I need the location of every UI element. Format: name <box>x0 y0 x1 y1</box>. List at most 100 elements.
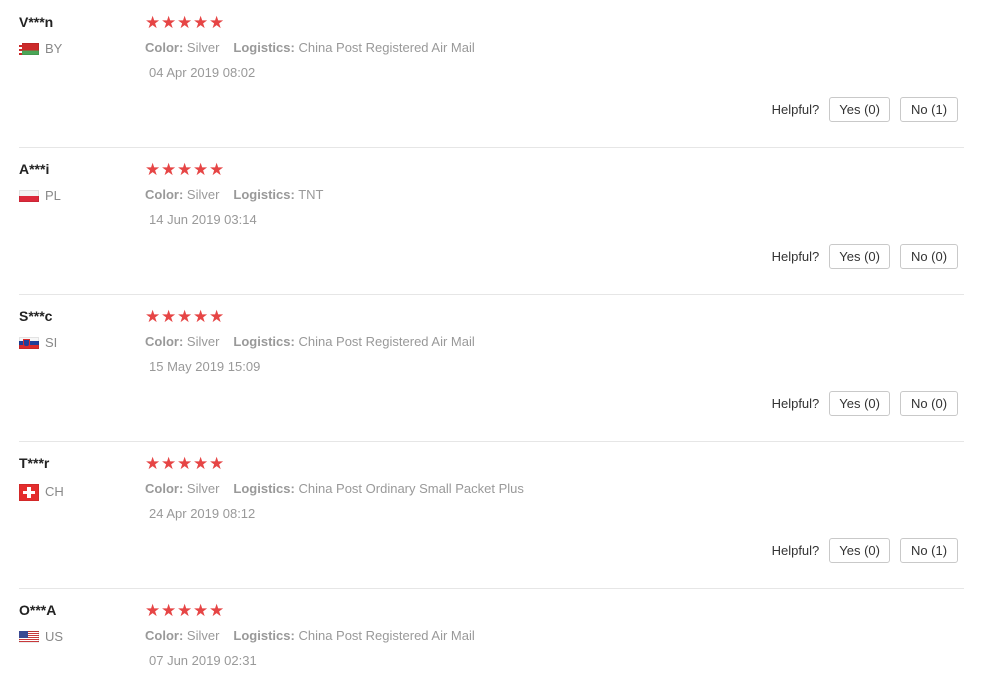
logistics-info: Logistics: China Post Ordinary Small Pac… <box>233 481 523 496</box>
star-icon: ★ <box>193 13 209 32</box>
color-label: Color: <box>145 40 184 55</box>
star-icon: ★ <box>209 160 225 179</box>
switzerland-flag-icon <box>19 484 39 501</box>
color-info: Color: Silver <box>145 481 219 496</box>
color-label: Color: <box>145 481 184 496</box>
logistics-label: Logistics: <box>233 187 295 202</box>
logistics-label: Logistics: <box>233 334 295 349</box>
review-item: T***r CH ★ ★ ★ ★ ★ Color: Silver Logisti… <box>0 443 981 590</box>
star-icon: ★ <box>177 454 193 473</box>
helpful-yes-button[interactable]: Yes (0) <box>829 538 890 563</box>
star-icon: ★ <box>177 307 193 326</box>
logistics-label: Logistics: <box>233 481 295 496</box>
star-icon: ★ <box>193 454 209 473</box>
star-icon: ★ <box>145 454 161 473</box>
slovenia-flag-icon <box>19 336 39 349</box>
reviewer-name: A***i <box>19 161 50 177</box>
helpful-label: Helpful? <box>771 396 820 411</box>
color-value: Silver <box>186 40 220 55</box>
star-icon: ★ <box>145 601 161 620</box>
order-info: Color: Silver Logistics: China Post Regi… <box>145 40 475 55</box>
logistics-info: Logistics: China Post Registered Air Mai… <box>233 40 474 55</box>
star-rating: ★ ★ ★ ★ ★ <box>145 307 224 327</box>
order-info: Color: Silver Logistics: TNT <box>145 187 324 202</box>
divider <box>19 147 964 148</box>
logistics-info: Logistics: TNT <box>233 187 323 202</box>
helpful-label: Helpful? <box>771 102 820 117</box>
star-icon: ★ <box>209 454 225 473</box>
helpful-vote: Helpful? Yes (0) No (1) <box>772 538 958 563</box>
logistics-info: Logistics: China Post Registered Air Mai… <box>233 334 474 349</box>
reviewer-name: O***A <box>19 602 57 618</box>
color-info: Color: Silver <box>145 334 219 349</box>
color-label: Color: <box>145 628 184 643</box>
review-date: 04 Apr 2019 08:02 <box>149 65 256 80</box>
star-rating: ★ ★ ★ ★ ★ <box>145 454 224 474</box>
helpful-no-button[interactable]: No (0) <box>900 244 958 269</box>
country-code: BY <box>45 41 63 56</box>
star-icon: ★ <box>161 13 177 32</box>
reviewer-country: SI <box>19 335 57 350</box>
helpful-no-button[interactable]: No (1) <box>900 97 958 122</box>
helpful-yes-button[interactable]: Yes (0) <box>829 244 890 269</box>
reviewer-name: S***c <box>19 308 53 324</box>
color-info: Color: Silver <box>145 187 219 202</box>
color-value: Silver <box>186 481 220 496</box>
helpful-label: Helpful? <box>771 543 820 558</box>
reviewer-country: US <box>19 629 63 644</box>
logistics-value: China Post Registered Air Mail <box>298 334 475 349</box>
color-value: Silver <box>186 334 220 349</box>
helpful-no-button[interactable]: No (1) <box>900 538 958 563</box>
star-icon: ★ <box>145 307 161 326</box>
star-icon: ★ <box>145 160 161 179</box>
helpful-vote: Helpful? Yes (0) No (1) <box>772 97 958 122</box>
country-code: US <box>45 629 64 644</box>
usa-flag-icon <box>19 630 39 643</box>
country-code: SI <box>45 335 58 350</box>
reviewer-country: PL <box>19 188 61 203</box>
reviewer-name: V***n <box>19 14 54 30</box>
logistics-label: Logistics: <box>233 40 295 55</box>
helpful-no-button[interactable]: No (0) <box>900 391 958 416</box>
country-code: CH <box>45 484 64 499</box>
review-item: V***n BY ★ ★ ★ ★ ★ Color: Silver Logisti… <box>0 2 981 149</box>
review-date: 14 Jun 2019 03:14 <box>149 212 257 227</box>
logistics-value: TNT <box>298 187 324 202</box>
logistics-value: China Post Ordinary Small Packet Plus <box>298 481 524 496</box>
color-info: Color: Silver <box>145 40 219 55</box>
reviewer-country: BY <box>19 41 62 56</box>
order-info: Color: Silver Logistics: China Post Regi… <box>145 628 475 643</box>
divider <box>19 441 964 442</box>
star-icon: ★ <box>177 13 193 32</box>
review-date: 07 Jun 2019 02:31 <box>149 653 257 668</box>
review-date: 24 Apr 2019 08:12 <box>149 506 256 521</box>
order-info: Color: Silver Logistics: China Post Regi… <box>145 334 475 349</box>
color-label: Color: <box>145 334 184 349</box>
star-icon: ★ <box>161 601 177 620</box>
star-icon: ★ <box>209 13 225 32</box>
reviewer-name: T***r <box>19 455 50 471</box>
star-rating: ★ ★ ★ ★ ★ <box>145 13 224 33</box>
divider <box>19 294 964 295</box>
reviewer-country: CH <box>19 482 64 501</box>
divider <box>19 588 964 589</box>
star-icon: ★ <box>177 601 193 620</box>
helpful-yes-button[interactable]: Yes (0) <box>829 97 890 122</box>
color-value: Silver <box>186 628 220 643</box>
star-rating: ★ ★ ★ ★ ★ <box>145 601 224 621</box>
poland-flag-icon <box>19 189 39 202</box>
review-item: S***c SI ★ ★ ★ ★ ★ Color: Silver Logisti… <box>0 296 981 443</box>
helpful-vote: Helpful? Yes (0) No (0) <box>772 391 958 416</box>
logistics-info: Logistics: China Post Registered Air Mai… <box>233 628 474 643</box>
country-code: PL <box>45 188 61 203</box>
helpful-yes-button[interactable]: Yes (0) <box>829 391 890 416</box>
review-date: 15 May 2019 15:09 <box>149 359 261 374</box>
star-icon: ★ <box>193 307 209 326</box>
color-value: Silver <box>186 187 220 202</box>
helpful-vote: Helpful? Yes (0) No (0) <box>772 244 958 269</box>
star-icon: ★ <box>193 601 209 620</box>
review-item: O***A US ★ ★ ★ ★ ★ Color: Silver Logisti… <box>0 590 981 676</box>
star-icon: ★ <box>209 307 225 326</box>
star-icon: ★ <box>161 160 177 179</box>
order-info: Color: Silver Logistics: China Post Ordi… <box>145 481 524 496</box>
